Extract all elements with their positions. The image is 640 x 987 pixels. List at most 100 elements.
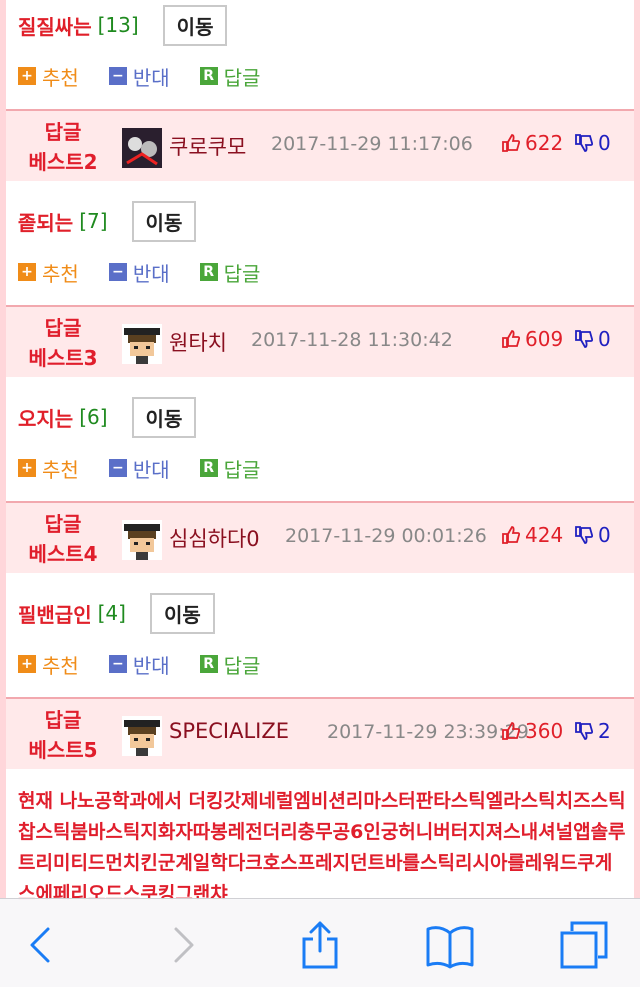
- dislike-value: 0: [598, 131, 611, 155]
- best-reply-header: 답글 베스트2 쿠로쿠모 2017-11-29 11:17:06 622 0: [6, 111, 634, 181]
- comment-count: [7]: [79, 209, 108, 233]
- dislike-count: 0: [574, 131, 611, 155]
- reply-icon: R: [199, 655, 218, 673]
- best-reply-header: 답글 베스트5 SPECIALIZE 2017-11-29 23:39:29 3…: [6, 699, 634, 769]
- recommend-button[interactable]: + 추천: [18, 454, 79, 483]
- reply-icon: R: [199, 459, 218, 477]
- comment-count: [13]: [97, 13, 139, 37]
- comment-date: 2017-11-29 23:39:29: [327, 721, 529, 743]
- plus-icon: +: [18, 459, 36, 477]
- reply-button[interactable]: R 답글: [199, 454, 261, 483]
- reply-label: 답글: [223, 457, 261, 482]
- recommend-button[interactable]: + 추천: [18, 650, 79, 679]
- nickname[interactable]: 심심하다0: [169, 523, 260, 553]
- recommend-button[interactable]: + 추천: [18, 62, 79, 91]
- reply-button[interactable]: R 답글: [199, 650, 261, 679]
- thumbs-down-icon: [575, 722, 594, 740]
- minus-icon: −: [108, 263, 127, 281]
- like-count: 360: [501, 719, 563, 743]
- reply-label: 답글: [223, 261, 261, 286]
- best-label-line1: 답글: [44, 316, 82, 340]
- nickname[interactable]: SPECIALIZE: [169, 719, 289, 743]
- move-button[interactable]: 이동: [131, 200, 197, 242]
- move-button[interactable]: 이동: [162, 4, 228, 46]
- comment-panel: 질질싸는 [13] 이동 + 추천 − 반대 R 답글 답글 베스트2 쿠로쿠모 20…: [6, 0, 634, 900]
- minus-icon: −: [108, 459, 127, 477]
- like-count: 622: [501, 131, 563, 155]
- best-label-line1: 답글: [44, 120, 82, 144]
- best-label-line2: 베스트2: [28, 150, 98, 174]
- best-label: 답글 베스트5: [6, 705, 120, 765]
- recommend-label: 추천: [42, 261, 79, 286]
- comment-date: 2017-11-29 11:17:06: [271, 133, 473, 155]
- best-reply-header: 답글 베스트3 원타치 2017-11-28 11:30:42 609 0: [6, 307, 634, 377]
- oppose-button[interactable]: − 반대: [108, 454, 170, 483]
- comment-line: 오지는 [6] 이동: [18, 396, 197, 438]
- comment-date: 2017-11-28 11:30:42: [251, 329, 453, 351]
- oppose-label: 반대: [132, 653, 170, 678]
- like-value: 360: [525, 719, 564, 743]
- thumbs-up-icon: [502, 722, 521, 740]
- recommend-label: 추천: [42, 653, 79, 678]
- avatar[interactable]: [122, 716, 162, 756]
- avatar[interactable]: [122, 324, 162, 364]
- oppose-button[interactable]: − 반대: [108, 650, 170, 679]
- oppose-label: 반대: [132, 65, 170, 90]
- comment-text: 질질싸는: [18, 14, 92, 39]
- thumbs-down-icon: [575, 134, 594, 152]
- recommend-label: 추천: [42, 65, 79, 90]
- browser-toolbar: [0, 898, 640, 987]
- best-label-line2: 베스트5: [28, 738, 98, 762]
- thumbs-down-icon: [575, 330, 594, 348]
- comment-line: 필밴급인 [4] 이동: [18, 592, 215, 634]
- comment-count: [6]: [79, 405, 108, 429]
- dislike-value: 0: [598, 327, 611, 351]
- reply-icon: R: [199, 67, 218, 85]
- best-reply-header: 답글 베스트4 심심하다0 2017-11-29 00:01:26 424 0: [6, 503, 634, 573]
- plus-icon: +: [18, 263, 36, 281]
- reply-label: 답글: [223, 653, 261, 678]
- comment-line: 질질싸는 [13] 이동: [18, 4, 228, 46]
- oppose-label: 반대: [132, 261, 170, 286]
- oppose-label: 반대: [132, 457, 170, 482]
- avatar[interactable]: [122, 520, 162, 560]
- like-count: 609: [501, 327, 563, 351]
- back-icon[interactable]: [18, 921, 66, 969]
- comment-actions: + 추천 − 반대 R 답글: [18, 61, 290, 91]
- reply-button[interactable]: R 답글: [199, 62, 261, 91]
- comment-body: 현재 나노공학과에서 더킹갓제네럴엠비션리마스터판타스틱엘라스틱치즈스틱찹스틱붐…: [18, 790, 626, 900]
- best-label-line1: 답글: [44, 708, 82, 732]
- nickname[interactable]: 원타치: [169, 327, 227, 357]
- thumbs-down-icon: [575, 526, 594, 544]
- comment-actions: + 추천 − 반대 R 답글: [18, 453, 290, 483]
- share-icon[interactable]: [296, 921, 344, 969]
- like-value: 622: [525, 131, 564, 155]
- comment-count: [4]: [97, 601, 126, 625]
- reply-icon: R: [199, 263, 218, 281]
- nickname[interactable]: 쿠로쿠모: [169, 131, 246, 161]
- comment-date: 2017-11-29 00:01:26: [285, 525, 487, 547]
- comment-text: 오지는: [18, 406, 74, 431]
- like-value: 424: [525, 523, 564, 547]
- reply-label: 답글: [223, 65, 261, 90]
- forward-icon[interactable]: [158, 921, 206, 969]
- comment-actions: + 추천 − 반대 R 답글: [18, 257, 290, 287]
- bookmarks-icon[interactable]: [426, 921, 474, 969]
- minus-icon: −: [108, 67, 127, 85]
- reply-button[interactable]: R 답글: [199, 258, 261, 287]
- move-button[interactable]: 이동: [149, 592, 215, 634]
- dislike-count: 0: [574, 327, 611, 351]
- recommend-button[interactable]: + 추천: [18, 258, 79, 287]
- oppose-button[interactable]: − 반대: [108, 62, 170, 91]
- minus-icon: −: [108, 655, 127, 673]
- comment-text: 필밴급인: [18, 602, 92, 627]
- plus-icon: +: [18, 67, 36, 85]
- comment-line: 좉되는 [7] 이동: [18, 200, 197, 242]
- oppose-button[interactable]: − 반대: [108, 258, 170, 287]
- move-button[interactable]: 이동: [131, 396, 197, 438]
- like-count: 424: [501, 523, 563, 547]
- tabs-icon[interactable]: [560, 921, 608, 969]
- avatar[interactable]: [122, 128, 162, 168]
- thumbs-up-icon: [502, 330, 521, 348]
- best-label-line2: 베스트3: [28, 346, 98, 370]
